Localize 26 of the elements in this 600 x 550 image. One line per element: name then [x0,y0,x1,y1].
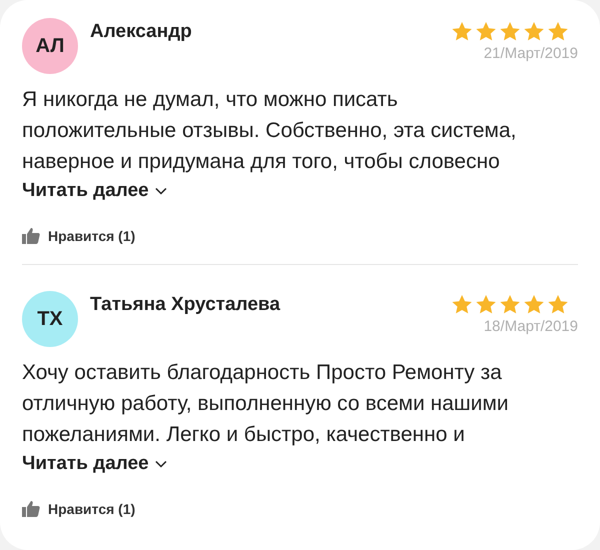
avatar: АЛ [22,18,78,74]
like-button[interactable]: Нравится (1) [22,500,136,517]
star-icon [548,22,568,41]
chevron-down-icon [154,460,167,468]
star-icon [452,295,472,314]
read-more-link[interactable]: Читать далее [22,177,167,205]
star-icon [500,22,520,41]
reviewer-name: Александр [90,21,193,43]
review-date: 18/Март/2019 [484,318,578,335]
star-icon [500,295,520,314]
thumbs-up-icon [22,227,40,244]
star-icon [548,295,568,314]
star-icon [524,22,544,41]
review-text: Я никогда не думал, что можно писать положительные отзывы. Собственно, эта система, наверное и придумана для того, чтобы словесно [22,87,518,175]
star-icon [476,22,496,41]
chevron-down-icon [154,187,167,195]
star-icon [476,295,496,314]
like-button[interactable]: Нравится (1) [22,227,136,244]
star-icon [524,295,544,314]
avatar: ТХ [22,291,78,347]
read-more-link[interactable]: Читать далее [22,450,167,478]
review-text: Хочу оставить благодарность Просто Ремонту за отличную работу, выполненную со всеми нашими пожеланиями. Легко и быстро, качественно и [22,360,510,448]
star-icon [452,22,472,41]
thumbs-up-icon [22,500,40,517]
reviewer-name: Татьяна Хрусталева [90,294,282,316]
review-date: 21/Март/2019 [484,45,578,62]
